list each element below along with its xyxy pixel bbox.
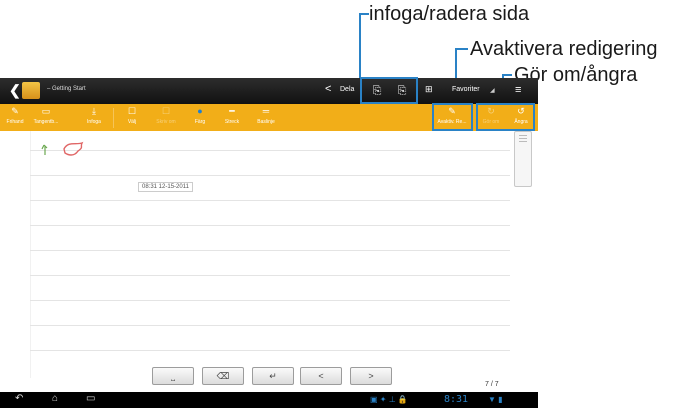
ruled-line [30,225,510,226]
rewrite-icon: ☐ [161,106,171,116]
tool-baseline[interactable]: ═ Baslinje [252,106,280,130]
callout-line [359,13,361,78]
favorites-dropdown[interactable]: Favoriter [452,86,480,93]
page-scrollbar[interactable] [514,131,532,187]
highlight-redo-undo [476,103,535,131]
enter-key[interactable]: ↵ [252,367,294,385]
page-counter: 7 / 7 [485,381,499,388]
highlight-insert-delete [360,77,418,104]
tool-rewrite[interactable]: ☐ Skriv om [152,106,180,130]
toolbar-divider [113,108,114,128]
ruled-line [30,275,510,276]
nav-recent-icon[interactable]: ▭ [86,393,95,404]
ruled-line [30,200,510,201]
tool-insert[interactable]: ⤓ Infoga [80,106,108,130]
system-bar: ↶ ⌂ ▭ ▣ ✦ ⊥ 🔒 8:31 ▼ ▮ [0,392,538,408]
back-icon[interactable]: ❮ [9,82,21,99]
menu-icon[interactable]: ≡ [515,84,521,96]
page-margin [30,131,31,378]
callout-disable-editing: Avaktivera redigering [470,38,658,60]
pen-icon: ✎ [11,106,19,116]
title-bar: ❮ – Getting Start < Dela ⎘ ⎘ ⊞ Favoriter… [0,78,538,104]
timestamp-label: 08:31 12-15-2011 [138,182,193,192]
keyboard-icon: ▭ [41,106,51,116]
color-icon: ● [197,106,203,116]
tool-keyboard[interactable]: ▭ Tangentb... [30,106,62,130]
highlight-disable-editing [432,103,473,131]
space-key[interactable]: ⎵ [152,367,194,385]
notebook-title: – Getting Start [47,86,86,92]
callout-insert-delete-page: infoga/radera sida [369,3,530,25]
wifi-battery-icons: ▼ ▮ [488,395,503,404]
backspace-key[interactable]: ⌫ [202,367,244,385]
notebook-app-icon [22,82,40,99]
tool-select[interactable]: ☐ Välj [118,106,146,130]
ruled-line [30,325,510,326]
clock: 8:31 [444,394,469,405]
callout-line [455,48,468,50]
nav-home-icon[interactable]: ⌂ [52,393,58,404]
prev-key[interactable]: < [300,367,342,385]
tool-stroke[interactable]: ━ Streck [218,106,246,130]
note-page[interactable]: 08:31 12-15-2011 ⎵ ⌫ ↵ < > 7 / 7 [0,131,538,388]
share-icon[interactable]: < [325,83,331,95]
ruled-line [30,300,510,301]
next-key[interactable]: > [350,367,392,385]
handwriting-doodle [41,141,84,156]
stroke-icon: ━ [229,106,235,116]
callout-line [502,74,512,76]
callout-line [359,13,369,15]
ruled-line [30,350,510,351]
nav-back-icon[interactable]: ↶ [15,393,23,404]
tool-color[interactable]: ● Färg [186,106,214,130]
ruled-line [30,250,510,251]
tool-freehand[interactable]: ✎ Frihand [1,106,29,130]
select-icon: ☐ [127,106,137,116]
status-icons: ▣ ✦ ⊥ 🔒 [370,395,408,404]
grid-view-icon[interactable]: ⊞ [425,84,433,95]
insert-icon: ⤓ [92,106,96,116]
ruled-line [30,175,510,176]
chevron-down-icon: ◢ [490,88,495,94]
baseline-icon: ═ [262,106,270,116]
share-button[interactable]: Dela [340,86,354,93]
